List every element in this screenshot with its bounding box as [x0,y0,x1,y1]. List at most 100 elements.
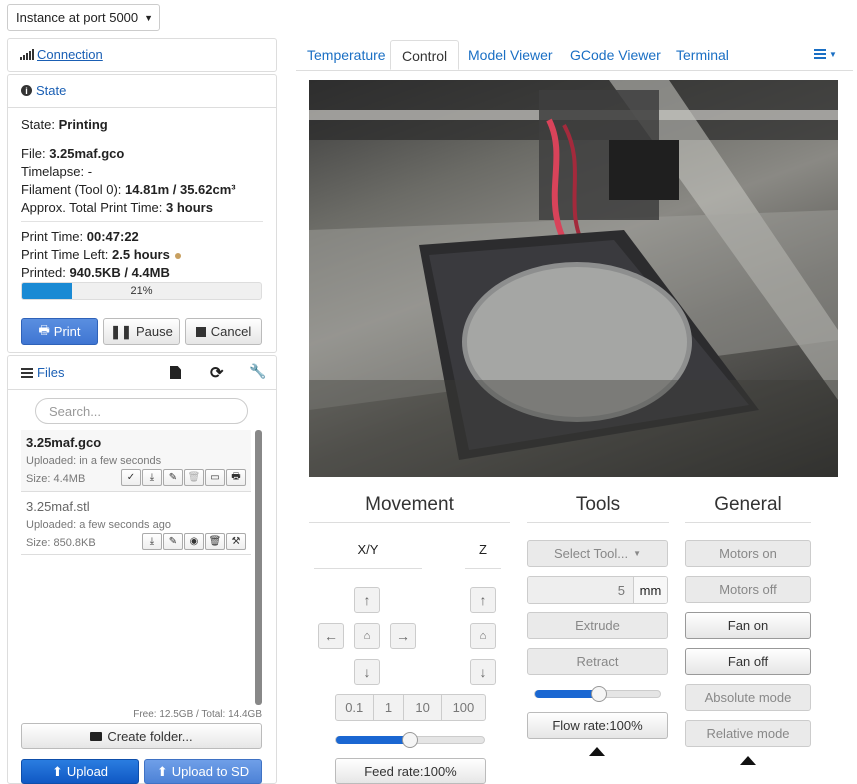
feed-rate-slider-knob[interactable] [401,732,418,748]
folder-icon [90,731,103,741]
filament-line: Filament (Tool 0): 14.81m / 35.62cm³ [21,182,236,197]
instance-select-value: Instance at port 5000 [16,10,139,25]
edit-pencil-icon[interactable]: ✎ [163,469,183,486]
state-header[interactable]: i State [21,83,66,98]
general-title-underline [685,522,811,523]
time-left-line: Print Time Left: 2.5 hours [21,247,182,262]
upload-sd-button[interactable]: ⬆ Upload to SD [144,759,262,784]
progress-bar: 21% [21,282,262,300]
tab-model-viewer[interactable]: Model Viewer [468,40,553,70]
download-icon[interactable]: ⤓ [142,533,162,550]
select-tool-dropdown[interactable]: Select Tool... ▼ [527,540,668,567]
jog-z-minus-button[interactable]: ↓ [470,659,496,685]
tools-title: Tools [575,494,621,515]
cancel-button[interactable]: Cancel [185,318,262,345]
new-file-icon[interactable] [170,366,181,379]
tab-temperature[interactable]: Temperature [307,40,386,70]
absolute-mode-label: Absolute mode [704,690,792,705]
feed-rate-slider[interactable] [335,732,485,748]
extrude-amount-input[interactable]: 5 [528,577,633,603]
info-icon: i [21,85,32,96]
tabs-menu-icon[interactable]: ▼ [814,49,837,59]
flow-rate-slider[interactable] [534,686,661,702]
download-icon[interactable]: ⤓ [142,469,162,486]
printed-value: 940.5KB / 4.4MB [69,265,170,280]
flow-rate-slider-knob[interactable] [590,686,607,702]
files-title[interactable]: Files [37,365,64,380]
caret-down-icon: ▼ [633,549,642,558]
file-actions: ⤓ ✎ ◉ 🗑 ⚒ [142,533,247,550]
tab-gcode-viewer[interactable]: GCode Viewer [570,40,661,70]
home-z-button[interactable]: ⌂ [470,623,496,649]
upload-icon: ⬆ [51,763,63,779]
file-search-placeholder: Search... [49,403,102,419]
filament-label: Filament (Tool 0): [21,182,122,197]
motors-on-button[interactable]: Motors on [685,540,811,567]
jog-x-minus-button[interactable]: ← [318,623,344,649]
step-0-1-button[interactable]: 0.1 [336,695,374,720]
feed-rate-button[interactable]: Feed rate:100% [335,758,486,784]
timelapse-line: Timelapse: - [21,164,92,179]
z-label-underline [465,568,501,569]
eye-icon[interactable]: ◉ [184,533,204,550]
printed-line: Printed: 940.5KB / 4.4MB [21,265,170,280]
z-label: Z [479,542,487,557]
upload-label: Upload [66,764,109,779]
file-line: File: 3.25maf.gco [21,146,124,161]
jog-x-plus-button[interactable]: → [390,623,416,649]
state-title[interactable]: State [36,83,66,98]
file-label: File: [21,146,46,161]
tab-terminal[interactable]: Terminal [676,40,729,70]
tab-control[interactable]: Control [390,40,460,70]
state-header-divider [8,107,276,108]
relative-mode-button[interactable]: Relative mode [685,720,811,747]
extrude-amount-group: 5 mm [527,576,668,604]
jog-y-minus-button[interactable]: ↓ [354,659,380,685]
progress-text: 21% [130,285,153,297]
select-check-icon[interactable]: ✓ [121,469,141,486]
estimate-dot-icon [175,252,182,259]
create-folder-button[interactable]: Create folder... [21,723,262,749]
general-collapse-caret-icon[interactable] [740,756,756,765]
trash-icon[interactable]: 🗑 [184,469,204,486]
file-uploaded: Uploaded: a few seconds ago [26,519,171,531]
motors-off-button[interactable]: Motors off [685,576,811,603]
file-uploaded: Uploaded: in a few seconds [26,455,162,467]
slice-wand-icon[interactable]: ⚒ [226,533,246,550]
tools-collapse-caret-icon[interactable] [589,747,605,756]
extrude-button[interactable]: Extrude [527,612,668,639]
fan-off-button[interactable]: Fan off [685,648,811,675]
pause-button[interactable]: ❚❚ Pause [103,318,180,345]
retract-button[interactable]: Retract [527,648,668,675]
state-value: Printing [58,117,108,132]
print-time-label: Print Time: [21,229,84,244]
refresh-icon[interactable]: ⟳ [210,363,223,383]
instance-select[interactable]: Instance at port 5000 ▼ [7,4,160,31]
connection-header[interactable]: Connection [20,47,103,62]
file-size: Size: 850.8KB [26,537,96,549]
jog-z-plus-button[interactable]: ↑ [470,587,496,613]
jog-y-plus-button[interactable]: ↑ [354,587,380,613]
folder-open-icon[interactable]: ▭ [205,469,225,486]
file-item[interactable]: 3.25maf.stl Uploaded: a few seconds ago … [21,493,251,555]
home-xy-button[interactable]: ⌂ [354,623,380,649]
files-header[interactable]: Files [21,365,64,380]
trash-icon[interactable]: 🗑 [205,533,225,550]
file-search-input[interactable]: Search... [35,398,248,424]
edit-pencil-icon[interactable]: ✎ [163,533,183,550]
fan-on-button[interactable]: Fan on [685,612,811,639]
absolute-mode-button[interactable]: Absolute mode [685,684,811,711]
step-1-button[interactable]: 1 [374,695,405,720]
chevron-down-icon: ▼ [144,12,153,23]
file-item[interactable]: 3.25maf.gco Uploaded: in a few seconds S… [21,430,251,492]
wrench-icon[interactable]: 🔧 [249,363,266,380]
file-list-scrollbar[interactable] [255,430,262,705]
flow-rate-button[interactable]: Flow rate:100% [527,712,668,739]
print-button[interactable]: 🖶 Print [21,318,98,345]
step-10-button[interactable]: 10 [404,695,442,720]
pause-button-label: Pause [135,324,173,339]
print-file-icon[interactable]: 🖶 [226,469,246,486]
connection-label[interactable]: Connection [37,47,103,62]
step-100-button[interactable]: 100 [442,695,485,720]
upload-button[interactable]: ⬆ Upload [21,759,139,784]
